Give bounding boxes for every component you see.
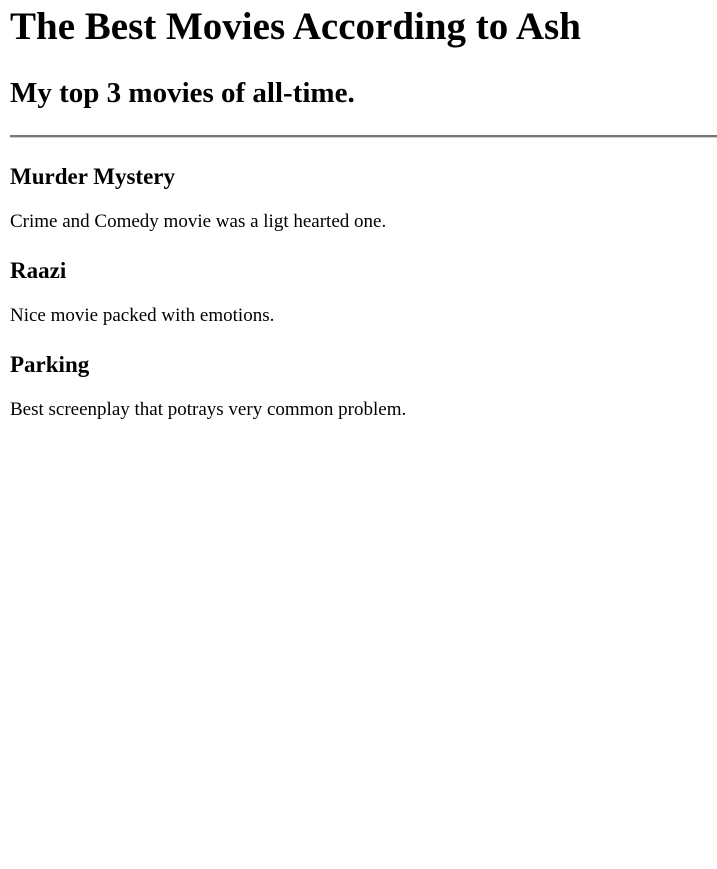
page-title: The Best Movies According to Ash (10, 5, 581, 48)
movie-description: Nice movie packed with emotions. (10, 305, 275, 326)
horizontal-divider (10, 135, 717, 138)
movie-title: Parking (10, 352, 90, 377)
page-subtitle: My top 3 movies of all-time. (10, 77, 355, 109)
movie-description: Crime and Comedy movie was a ligt hearte… (10, 211, 387, 232)
movie-item-parking: Parking Best screenplay that potrays ver… (10, 351, 717, 421)
movie-item-raazi: Raazi Nice movie packed with emotions. (10, 257, 717, 327)
movie-list: Murder Mystery Crime and Comedy movie wa… (10, 163, 717, 421)
movie-description: Best screenplay that potrays very common… (10, 399, 407, 420)
movie-title: Murder Mystery (10, 164, 175, 189)
movie-item-murder-mystery: Murder Mystery Crime and Comedy movie wa… (10, 163, 717, 233)
movie-title: Raazi (10, 258, 67, 283)
